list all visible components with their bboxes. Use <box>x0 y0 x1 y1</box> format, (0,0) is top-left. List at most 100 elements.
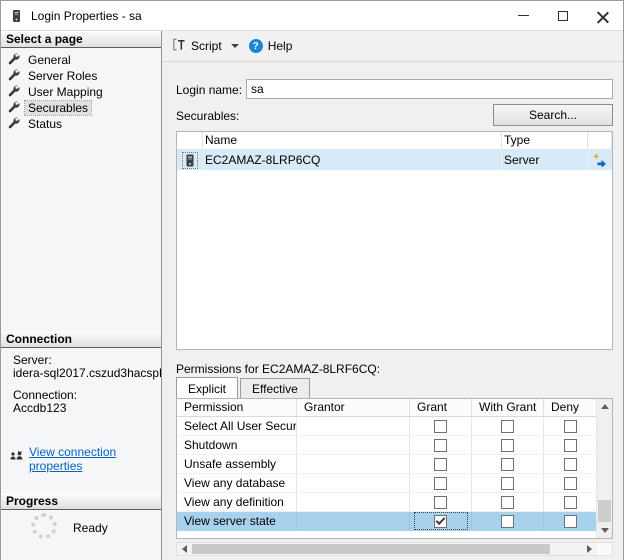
securables-label: Securables: <box>176 109 239 123</box>
permission-row[interactable]: View any database <box>177 474 596 493</box>
grantor-cell <box>297 436 410 455</box>
permission-row[interactable]: Unsafe assembly <box>177 455 596 474</box>
deny-column-header: Deny <box>544 399 598 417</box>
scroll-up-button[interactable] <box>597 399 612 414</box>
grant-column-header: Grant <box>410 399 472 417</box>
progress-status: Ready <box>73 521 108 535</box>
horizontal-scrollbar-thumb[interactable] <box>192 544 550 554</box>
scroll-right-button[interactable] <box>582 543 596 555</box>
effective-permissions-icon[interactable] <box>588 150 612 170</box>
view-connection-properties-link[interactable]: View connection properties <box>29 445 161 473</box>
connection-label: Connection: <box>13 388 77 402</box>
vertical-scrollbar[interactable] <box>596 399 612 538</box>
sidebar-item-label: Status <box>25 117 65 131</box>
permission-name: Select All User Secur... <box>177 417 297 436</box>
maximize-button[interactable] <box>543 1 583 30</box>
permission-row[interactable]: View server state <box>177 512 596 531</box>
with-grant-column-header: With Grant <box>472 399 544 417</box>
progress-spinner-icon <box>31 513 57 539</box>
deny-checkbox[interactable] <box>564 515 577 528</box>
sidebar-item-status[interactable]: Status <box>7 116 65 132</box>
close-button[interactable] <box>583 1 623 30</box>
grant-checkbox[interactable] <box>434 439 447 452</box>
scroll-up-icon <box>601 404 609 409</box>
permission-row[interactable]: Select All User Secur... <box>177 417 596 436</box>
permission-row[interactable]: View any definition <box>177 493 596 512</box>
deny-checkbox[interactable] <box>564 420 577 433</box>
tab-effective[interactable]: Effective <box>240 378 310 398</box>
window-title: Login Properties - sa <box>31 9 503 23</box>
horizontal-scrollbar[interactable] <box>176 542 613 556</box>
sidebar-item-server-roles[interactable]: Server Roles <box>7 68 100 84</box>
vertical-scrollbar-thumb[interactable] <box>598 500 611 522</box>
with-grant-checkbox[interactable] <box>501 439 514 452</box>
securable-name: EC2AMAZ-8LRP6CQ <box>203 150 502 170</box>
deny-checkbox[interactable] <box>564 458 577 471</box>
deny-checkbox[interactable] <box>564 496 577 509</box>
permission-name: Shutdown <box>177 436 297 455</box>
with-grant-checkbox[interactable] <box>501 515 514 528</box>
sidebar-item-label: Server Roles <box>25 69 100 83</box>
login-properties-dialog: Login Properties - sa Select a page Gene… <box>0 0 624 560</box>
securables-table-header: Name Type <box>177 132 612 150</box>
deny-checkbox[interactable] <box>564 477 577 490</box>
deny-checkbox[interactable] <box>564 439 577 452</box>
icon-column-header <box>177 132 203 150</box>
server-app-icon <box>10 9 23 23</box>
wrench-icon <box>7 68 20 84</box>
help-button[interactable]: Help <box>268 39 293 53</box>
permissions-tabs: Explicit Effective <box>176 377 312 398</box>
help-icon: ? <box>249 39 263 53</box>
type-column-header: Type <box>502 132 588 150</box>
script-icon <box>171 37 186 55</box>
permission-name: View any database <box>177 474 297 493</box>
grant-checkbox[interactable] <box>434 515 447 528</box>
connection-properties-icon <box>9 451 24 467</box>
wrench-icon <box>7 84 20 100</box>
login-name-input[interactable] <box>246 79 613 99</box>
scrollbar-corner <box>597 543 612 555</box>
scroll-right-icon <box>587 545 592 553</box>
grantor-cell <box>297 493 410 512</box>
minimize-button[interactable] <box>503 1 543 30</box>
tab-explicit[interactable]: Explicit <box>176 377 238 398</box>
grantor-cell <box>297 417 410 436</box>
sidebar: Select a page General Server Roles User … <box>1 31 162 560</box>
grant-checkbox[interactable] <box>434 458 447 471</box>
sidebar-item-general[interactable]: General <box>7 52 74 68</box>
sidebar-item-label: Securables <box>25 101 91 115</box>
permissions-table: Permission Grantor Grant With Grant Deny… <box>176 398 613 539</box>
permission-row[interactable]: Shutdown <box>177 436 596 455</box>
permissions-for-label: Permissions for EC2AMAZ-8LRF6CQ: <box>176 362 380 376</box>
actions-column-header <box>588 132 612 150</box>
main-pane: Script ? Help Login name: Securables: Se… <box>162 31 623 560</box>
securables-table: Name Type EC2AMAZ-8LRP6CQ Server <box>176 131 613 350</box>
securable-row[interactable]: EC2AMAZ-8LRP6CQ Server <box>177 150 612 170</box>
with-grant-checkbox[interactable] <box>501 458 514 471</box>
grant-checkbox[interactable] <box>434 420 447 433</box>
with-grant-checkbox[interactable] <box>501 496 514 509</box>
with-grant-checkbox[interactable] <box>501 420 514 433</box>
grantor-column-header: Grantor <box>297 399 410 417</box>
server-securable-icon <box>183 153 197 168</box>
grantor-cell <box>297 474 410 493</box>
permission-column-header: Permission <box>177 399 297 417</box>
server-label: Server: <box>13 353 52 367</box>
scroll-down-button[interactable] <box>597 523 612 538</box>
script-dropdown-icon[interactable] <box>231 44 239 48</box>
name-column-header: Name <box>203 132 502 150</box>
with-grant-checkbox[interactable] <box>501 477 514 490</box>
progress-header: Progress <box>1 493 161 510</box>
grant-checkbox[interactable] <box>434 496 447 509</box>
permissions-table-header: Permission Grantor Grant With Grant Deny <box>177 399 596 417</box>
wrench-icon <box>7 100 20 116</box>
grant-checkbox[interactable] <box>434 477 447 490</box>
script-button[interactable]: Script <box>191 39 222 53</box>
scroll-left-button[interactable] <box>177 543 191 555</box>
sidebar-item-securables[interactable]: Securables <box>7 100 91 116</box>
permission-name: View any definition <box>177 493 297 512</box>
sidebar-item-user-mapping[interactable]: User Mapping <box>7 84 106 100</box>
search-button[interactable]: Search... <box>493 104 613 126</box>
permission-name: Unsafe assembly <box>177 455 297 474</box>
grantor-cell <box>297 455 410 474</box>
